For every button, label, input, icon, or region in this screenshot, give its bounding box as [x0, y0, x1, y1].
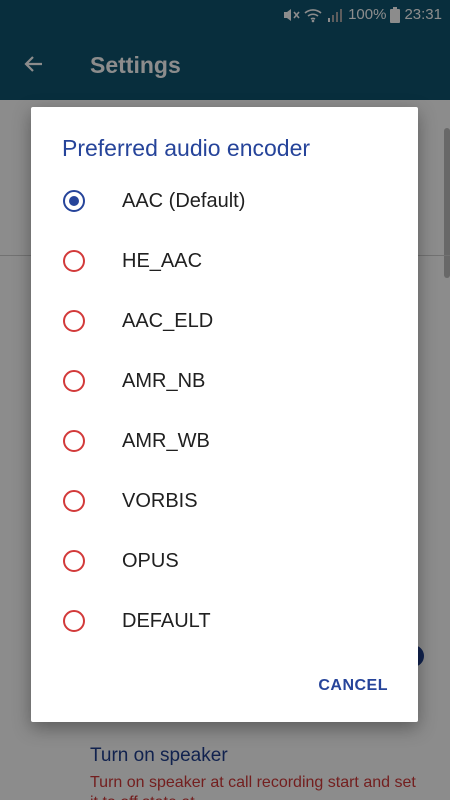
encoder-option[interactable]: VORBIS: [31, 473, 418, 533]
option-label: OPUS: [122, 550, 179, 572]
radio-button[interactable]: [63, 250, 85, 272]
radio-button[interactable]: [63, 370, 85, 392]
option-label: HE_AAC: [122, 250, 203, 272]
option-label: AMR_NB: [122, 370, 206, 392]
cancel-button[interactable]: CANCEL: [318, 677, 388, 695]
radio-button[interactable]: [63, 610, 85, 632]
encoder-option[interactable]: DEFAULT: [31, 593, 418, 653]
option-label: VORBIS: [122, 490, 198, 512]
encoder-option[interactable]: HE_AAC: [31, 233, 418, 293]
audio-encoder-dialog: Preferred audio encoder AAC (Default) HE_…: [31, 107, 418, 722]
radio-button[interactable]: [63, 310, 85, 332]
encoder-option[interactable]: AMR_NB: [31, 353, 418, 413]
dialog-title: Preferred audio encoder: [62, 135, 311, 161]
encoder-option[interactable]: AMR_WB: [31, 413, 418, 473]
radio-button[interactable]: [63, 490, 85, 512]
encoder-option[interactable]: OPUS: [31, 533, 418, 593]
encoder-option[interactable]: AAC_ELD: [31, 293, 418, 353]
radio-button[interactable]: [63, 550, 85, 572]
option-label: DEFAULT: [122, 610, 211, 632]
option-label: AAC (Default): [122, 190, 246, 212]
option-label: AAC_ELD: [122, 310, 214, 332]
radio-button[interactable]: [63, 190, 85, 212]
radio-button[interactable]: [63, 430, 85, 452]
encoder-option[interactable]: AAC (Default): [31, 173, 418, 233]
screen: 100% 23:31 Settings Turn on speaker Turn…: [0, 0, 450, 800]
encoder-options: AAC (Default) HE_AAC AAC_ELD AMR_NB AMR_WB VO…: [31, 173, 418, 653]
option-label: AMR_WB: [122, 430, 210, 452]
